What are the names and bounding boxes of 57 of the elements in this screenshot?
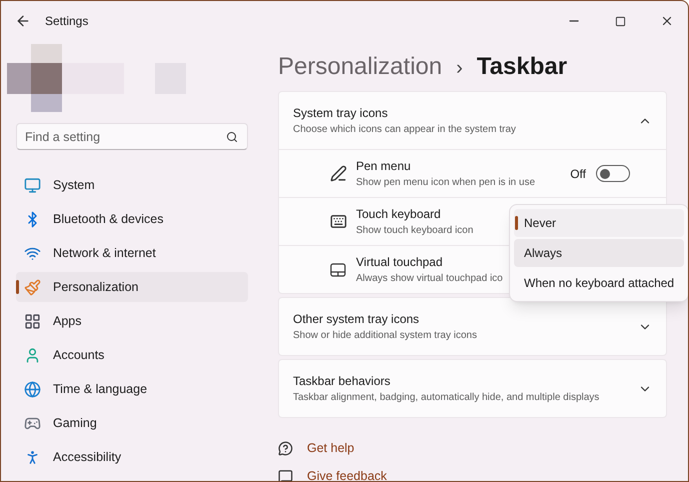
breadcrumb-separator: › xyxy=(456,56,463,81)
card-title: System tray icons xyxy=(293,105,389,122)
nav-label: Accounts xyxy=(53,346,104,364)
setting-title: Pen menu xyxy=(356,158,411,175)
keyboard-icon xyxy=(330,213,347,230)
nav-label: System xyxy=(53,176,95,194)
close-button[interactable] xyxy=(660,14,674,28)
dropdown-option[interactable]: Never xyxy=(514,209,684,237)
search-field[interactable]: Find a setting xyxy=(16,123,248,150)
touchpad-icon xyxy=(330,262,346,276)
selection-indicator xyxy=(16,280,19,294)
person-icon xyxy=(24,346,41,364)
nav-item[interactable]: Network & internet xyxy=(16,238,248,268)
card-description: Taskbar alignment, badging, automatically hide, and multiple displays xyxy=(293,391,600,405)
setting-title: Touch keyboard xyxy=(356,206,441,223)
page-title: Taskbar xyxy=(476,52,568,82)
dropdown-option[interactable]: Always xyxy=(514,239,684,267)
card-description: Show or hide additional system tray icons xyxy=(293,329,478,343)
nav-label: Time & language xyxy=(53,380,148,398)
nav-label: Apps xyxy=(53,312,82,330)
link[interactable]: Get help xyxy=(307,438,354,458)
pen-icon xyxy=(330,165,347,182)
apps-grid-icon xyxy=(24,312,41,330)
setting-description: Always show virtual touchpad ico xyxy=(356,272,503,286)
nav-label: Gaming xyxy=(53,414,97,432)
nav-item[interactable]: System xyxy=(16,170,248,200)
setting-title: Virtual touchpad xyxy=(356,254,443,271)
breadcrumb-parent[interactable]: Personalization xyxy=(278,49,442,85)
nav-label: Accessibility xyxy=(53,448,122,466)
help-icon xyxy=(278,440,293,456)
nav-item[interactable]: Time & language xyxy=(16,374,248,404)
card-description: Choose which icons can appear in the system tray xyxy=(293,123,517,137)
setting-description: Show touch keyboard icon xyxy=(356,224,474,238)
globe-icon xyxy=(24,380,41,398)
nav-label: Personalization xyxy=(53,278,138,296)
selection-indicator xyxy=(515,216,518,230)
nav-item[interactable]: Apps xyxy=(16,306,248,336)
nav-item[interactable]: Personalization xyxy=(16,272,248,302)
setting-description: Show pen menu icon when pen is in use xyxy=(356,176,536,190)
card-title: Other system tray icons xyxy=(293,311,420,328)
card-title: Taskbar behaviors xyxy=(293,373,392,390)
nav-label: Bluetooth & devices xyxy=(53,210,164,228)
monitor-icon xyxy=(24,176,41,194)
nav-item[interactable]: Accounts xyxy=(16,340,248,370)
dropdown-option[interactable]: When no keyboard attached xyxy=(514,269,684,297)
nav-item[interactable]: Accessibility xyxy=(16,442,248,472)
search-icon xyxy=(226,131,238,143)
back-button[interactable] xyxy=(15,13,31,29)
link[interactable]: Give feedback xyxy=(307,466,387,481)
nav-label: Network & internet xyxy=(53,244,156,262)
nav-item[interactable]: Bluetooth & devices xyxy=(16,204,248,234)
toggle-state: Off xyxy=(570,166,586,182)
maximize-button[interactable] xyxy=(615,16,626,26)
nav-item[interactable]: Gaming xyxy=(16,408,248,438)
window-title: Settings xyxy=(45,13,88,30)
toggle-switch[interactable] xyxy=(596,165,630,182)
brush-icon xyxy=(24,278,41,296)
